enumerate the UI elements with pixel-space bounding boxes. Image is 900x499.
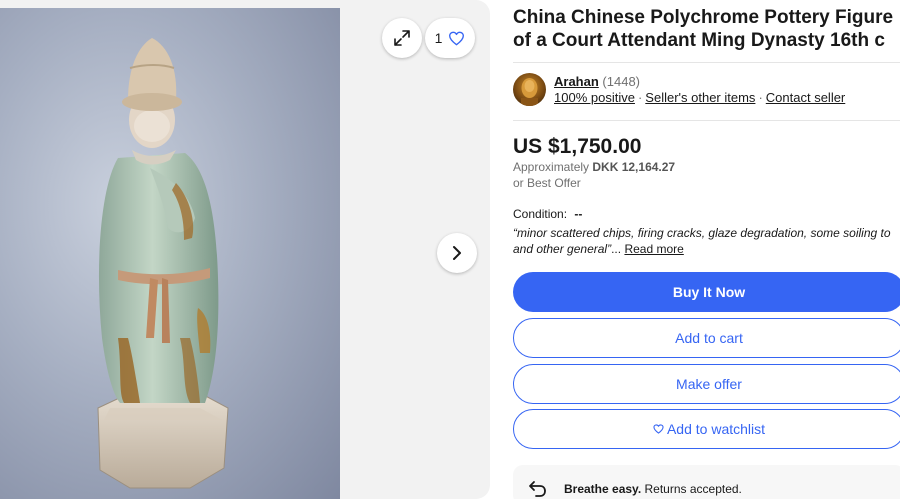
- condition-description: “minor scattered chips, firing cracks, g…: [513, 225, 900, 257]
- seller-name-link[interactable]: Arahan: [554, 74, 599, 89]
- avatar-image: [521, 78, 538, 106]
- seller-links: 100% positive · Seller's other items · Conta…: [554, 90, 845, 105]
- returns-banner: Breathe easy. Returns accepted.: [513, 465, 900, 499]
- product-image[interactable]: [0, 8, 340, 499]
- add-to-watchlist-label: Add to watchlist: [666, 421, 766, 437]
- watch-count-button[interactable]: 1: [425, 18, 475, 58]
- buy-it-now-button[interactable]: Buy It Now: [513, 272, 900, 312]
- returns-bold: Breathe easy.: [564, 482, 642, 496]
- price: US $1,750.00: [513, 135, 642, 158]
- heart-icon: [653, 424, 664, 434]
- seller-name-line: Arahan (1448): [554, 74, 640, 89]
- approximate-price: Approximately DKK 12,164.27: [513, 160, 675, 174]
- make-offer-button[interactable]: Make offer: [513, 364, 900, 404]
- make-offer-label: Make offer: [676, 376, 742, 392]
- buy-it-now-label: Buy It Now: [672, 284, 746, 300]
- condition-ellipsis: ...: [611, 242, 622, 256]
- condition-row: Condition: --: [513, 207, 582, 221]
- approximate-value: DKK 12,164.27: [592, 160, 676, 174]
- seller-avatar[interactable]: [513, 73, 546, 106]
- seller-feedback-count: (1448): [602, 74, 640, 89]
- condition-value: --: [574, 207, 583, 221]
- add-to-watchlist-button[interactable]: Add to watchlist: [513, 409, 900, 449]
- separator-dot: ·: [637, 90, 643, 105]
- condition-quote: “minor scattered chips, firing cracks, g…: [513, 226, 891, 256]
- condition-label: Condition:: [513, 207, 568, 221]
- divider: [513, 120, 900, 121]
- listing-details: China Chinese Polychrome Pottery Figure …: [513, 0, 900, 499]
- contact-seller-link[interactable]: Contact seller: [766, 90, 845, 105]
- watch-count: 1: [434, 30, 443, 46]
- approximate-label: Approximately: [513, 160, 590, 174]
- expand-image-button[interactable]: [382, 18, 422, 58]
- best-offer-note: or Best Offer: [513, 176, 581, 190]
- return-arrow-icon: [529, 481, 546, 497]
- add-to-cart-button[interactable]: Add to cart: [513, 318, 900, 358]
- listing-title: China Chinese Polychrome Pottery Figure …: [513, 7, 894, 51]
- returns-text: Breathe easy. Returns accepted.: [564, 482, 742, 496]
- separator-dot: ·: [758, 90, 763, 105]
- next-image-button[interactable]: [437, 233, 477, 273]
- heart-icon: [449, 31, 465, 45]
- positive-feedback-link[interactable]: 100% positive: [554, 90, 635, 105]
- returns-detail: Returns accepted.: [644, 482, 742, 496]
- read-more-link[interactable]: Read more: [624, 242, 683, 256]
- image-gallery: 1: [0, 0, 490, 499]
- chevron-right-icon: [453, 246, 461, 260]
- seller-card: Arahan (1448) 100% positive · Seller's oth…: [513, 72, 900, 118]
- seller-other-items-link[interactable]: Seller's other items: [645, 90, 755, 105]
- expand-icon: [394, 30, 410, 46]
- add-to-cart-label: Add to cart: [675, 330, 743, 346]
- divider: [513, 62, 900, 63]
- pottery-figure-illustration: [97, 38, 229, 489]
